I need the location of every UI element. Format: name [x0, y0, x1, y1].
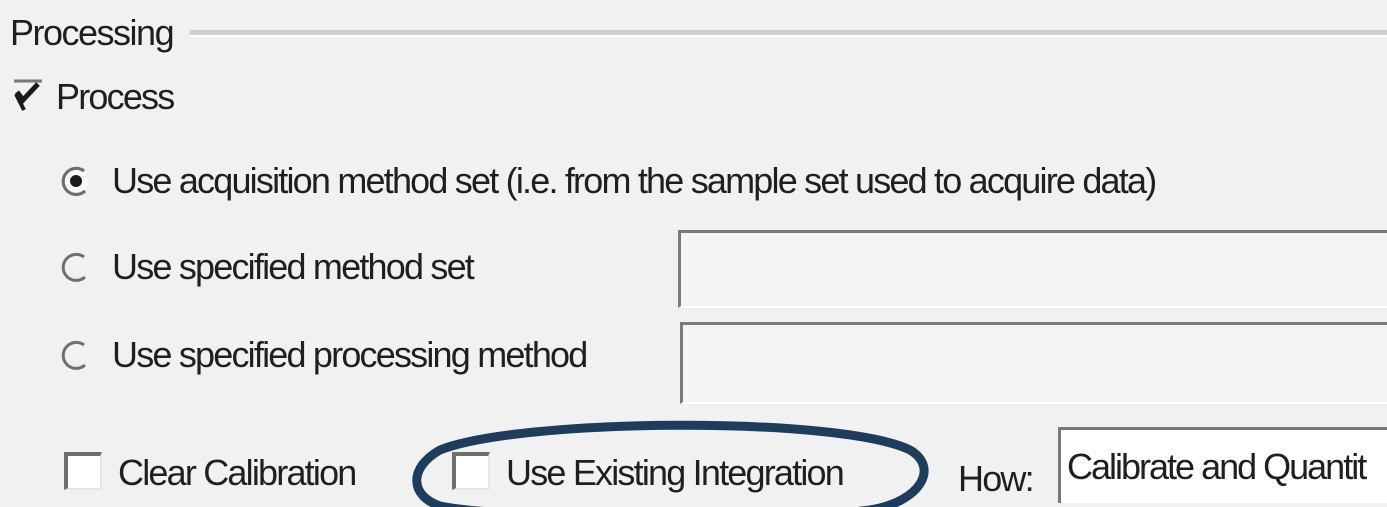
group-divider — [190, 30, 1387, 37]
radio-acquisition-method-set-label: Use acquisition method set (i.e. from th… — [112, 160, 1157, 201]
process-checkbox[interactable] — [12, 78, 46, 112]
how-value: Calibrate and Quantit — [1067, 446, 1367, 487]
how-combobox[interactable]: Calibrate and Quantit — [1058, 427, 1387, 503]
clear-calibration-checkbox[interactable] — [64, 452, 102, 490]
radio-specified-processing-method-label: Use specified processing method — [112, 334, 588, 375]
clear-calibration-label: Clear Calibration — [118, 452, 357, 493]
group-title: Processing — [10, 12, 180, 54]
processing-method-field[interactable] — [680, 322, 1387, 404]
processing-panel: Processing Process Use acquisition metho… — [0, 0, 1387, 507]
radio-acquisition-method-set[interactable] — [60, 166, 90, 196]
use-existing-integration-label: Use Existing Integration — [506, 452, 845, 493]
method-set-field[interactable] — [678, 230, 1387, 308]
radio-specified-method-set-label: Use specified method set — [112, 246, 475, 287]
use-existing-integration-checkbox[interactable] — [452, 452, 490, 490]
radio-specified-processing-method[interactable] — [60, 340, 90, 370]
radio-specified-method-set[interactable] — [60, 252, 90, 282]
how-label: How: — [958, 458, 1035, 499]
process-label: Process — [56, 76, 175, 117]
